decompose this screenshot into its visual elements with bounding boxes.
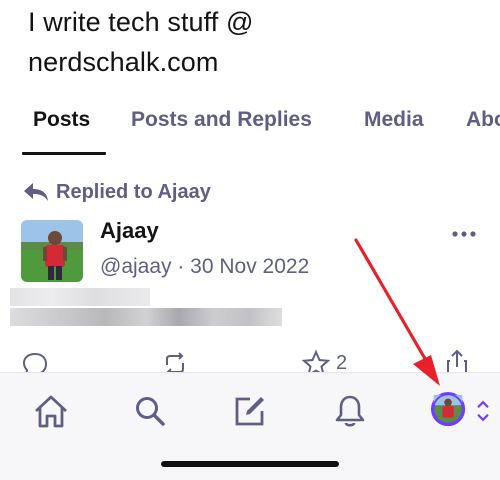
more-icon	[452, 231, 476, 237]
bio-line-2: nerdschalk.com	[28, 47, 219, 77]
account-switcher-chevron-icon[interactable]	[476, 397, 490, 425]
home-icon[interactable]	[31, 391, 71, 431]
post-actions: 2	[0, 345, 500, 373]
reply-context-label: Replied to Ajaay	[56, 180, 211, 203]
profile-tab[interactable]	[430, 391, 492, 431]
reply-icon[interactable]	[20, 349, 50, 373]
home-indicator	[161, 461, 339, 467]
profile-avatar[interactable]	[430, 391, 468, 429]
search-icon[interactable]	[130, 391, 170, 431]
star-icon[interactable]	[301, 349, 331, 373]
reply-arrow-icon	[24, 183, 48, 201]
more-options-button[interactable]	[450, 222, 480, 242]
bio-line-1: I write tech stuff @	[28, 7, 254, 37]
repost-icon[interactable]	[160, 349, 190, 373]
tab-about[interactable]: Abo	[466, 108, 500, 132]
reply-context[interactable]: Replied to Ajaay	[22, 178, 211, 206]
post-author-avatar[interactable]	[21, 220, 83, 282]
compose-icon[interactable]	[230, 391, 270, 431]
post-author-name[interactable]: Ajaay	[100, 218, 159, 244]
notifications-icon[interactable]	[330, 391, 370, 431]
tab-posts-and-replies[interactable]: Posts and Replies	[131, 108, 312, 132]
profile-tabs: Posts Posts and Replies Media Abo	[0, 108, 500, 156]
share-icon[interactable]	[442, 347, 472, 373]
like-count: 2	[336, 352, 348, 373]
active-tab-indicator	[22, 152, 106, 155]
bottom-navigation	[0, 372, 500, 480]
profile-bio: I write tech stuff @ nerdschalk.com	[28, 2, 488, 82]
tab-posts[interactable]: Posts	[33, 108, 90, 132]
tab-media[interactable]: Media	[364, 108, 424, 132]
post-author-handle-date: @ajaay · 30 Nov 2022	[100, 255, 310, 278]
